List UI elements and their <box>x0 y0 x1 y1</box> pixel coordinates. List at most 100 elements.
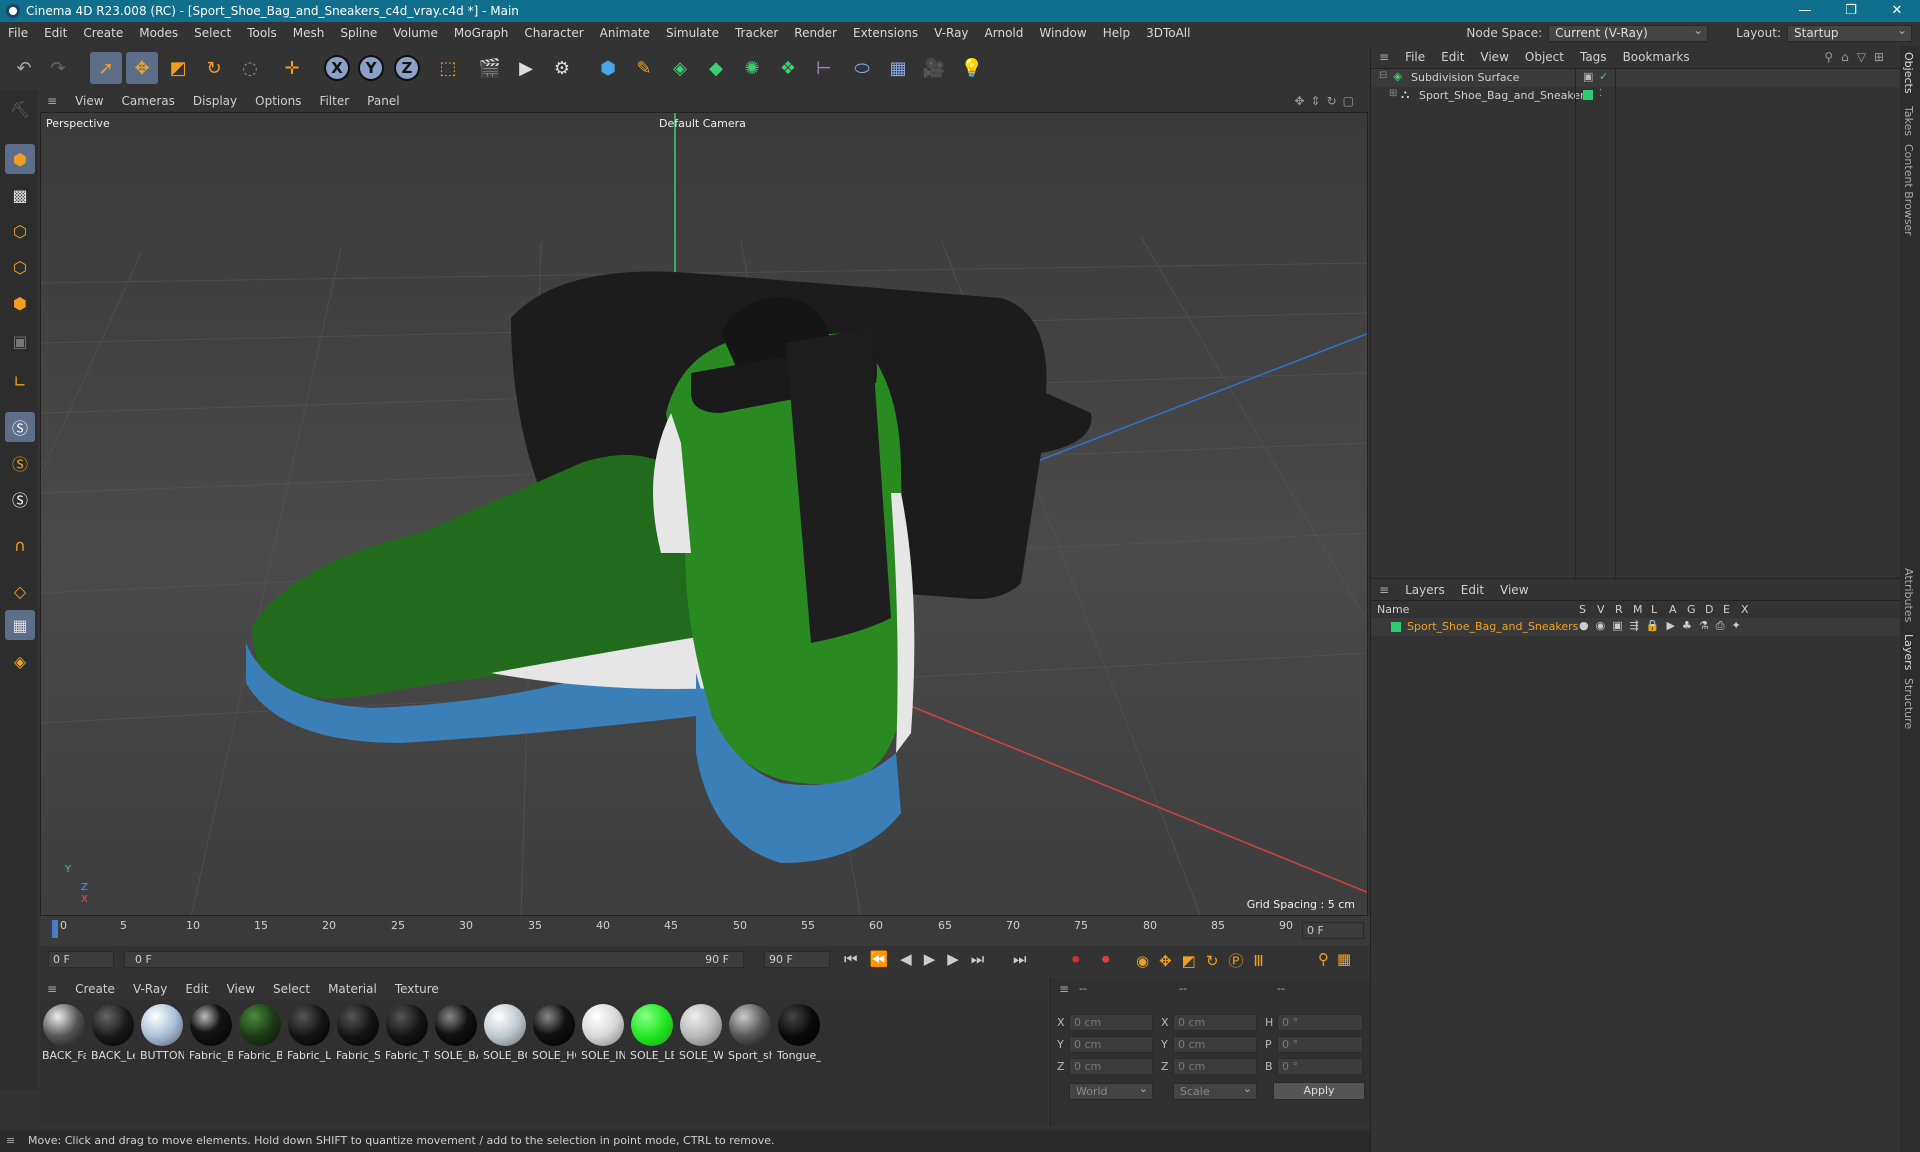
layers-menu-layers[interactable]: Layers <box>1397 579 1453 600</box>
menu-character[interactable]: Character <box>516 22 591 44</box>
material-menu-material[interactable]: Material <box>319 978 386 1000</box>
layer-color-swatch[interactable] <box>1391 622 1401 632</box>
mograph-cloner-icon[interactable]: ✺ <box>736 52 768 84</box>
axis-x-button[interactable]: X <box>324 55 350 81</box>
workplane-icon[interactable]: ◇ <box>5 576 35 606</box>
deformer-icon[interactable]: ❖ <box>772 52 804 84</box>
material-swatch[interactable]: Tongue_ <box>777 1004 821 1062</box>
coordinate-mode-dropdown[interactable]: Scale <box>1173 1081 1257 1100</box>
node-space-dropdown[interactable]: Current (V-Ray) <box>1548 23 1709 42</box>
axis-mode-icon[interactable]: ∟ <box>5 366 35 396</box>
undo-icon[interactable]: ↶ <box>8 52 40 84</box>
object-row-sport-shoe[interactable]: ⊞ ⛬ Sport_Shoe_Bag_and_Sneakers ⁚ <box>1371 87 1901 105</box>
transform-tool-icon[interactable]: ✛ <box>276 52 308 84</box>
material-swatch[interactable]: BACK_Fa <box>42 1004 86 1062</box>
visibility-dots-icon[interactable]: ⁚ <box>1599 88 1602 99</box>
tab-takes[interactable]: Takes <box>1902 106 1915 136</box>
tab-structure[interactable]: Structure <box>1902 678 1915 729</box>
menu-3dtoall[interactable]: 3DToAll <box>1138 22 1198 44</box>
extrude-icon[interactable]: ◆ <box>700 52 732 84</box>
menu-volume[interactable]: Volume <box>385 22 446 44</box>
material-menu-select[interactable]: Select <box>264 978 319 1000</box>
material-menu-texture[interactable]: Texture <box>386 978 448 1000</box>
material-swatch[interactable]: Fabric_Lc <box>287 1004 331 1062</box>
coordinate-system-icon[interactable]: ⬚ <box>432 52 464 84</box>
3d-viewport[interactable]: Perspective Default Camera Grid Spacing … <box>40 112 1368 916</box>
end-frame-field[interactable]: 90 F <box>764 951 830 968</box>
material-swatch[interactable]: SOLE_W <box>679 1004 723 1062</box>
magnet-icon[interactable]: ∩ <box>5 530 35 560</box>
menu-file[interactable]: File <box>0 22 36 44</box>
locked-workplane-icon[interactable]: ◈ <box>5 646 35 676</box>
material-swatch[interactable]: Fabric_Sl <box>336 1004 380 1062</box>
material-menu-create[interactable]: Create <box>66 978 124 1000</box>
menu-window[interactable]: Window <box>1031 22 1094 44</box>
viewport-menu-view[interactable]: View <box>66 90 112 112</box>
grid-icon[interactable]: ▦ <box>5 610 35 640</box>
current-frame-field[interactable]: 0 F <box>1302 922 1364 939</box>
menu-tracker[interactable]: Tracker <box>727 22 786 44</box>
objects-menu-tags[interactable]: Tags <box>1572 46 1615 68</box>
texture-mode-icon[interactable]: ▩ <box>5 180 35 210</box>
axis-z-button[interactable]: Z <box>394 55 420 81</box>
snap-settings-icon[interactable]: Ⓢ <box>5 448 35 478</box>
tab-layers[interactable]: Layers <box>1902 634 1915 670</box>
menu-help[interactable]: Help <box>1095 22 1138 44</box>
apply-button[interactable]: Apply <box>1273 1082 1365 1100</box>
minimize-button[interactable]: — <box>1782 0 1828 22</box>
objects-menu-edit[interactable]: Edit <box>1433 46 1472 68</box>
objects-search-icons[interactable]: ⚲⌂▽⊞ <box>1824 46 1892 68</box>
tab-attributes[interactable]: Attributes <box>1902 568 1915 622</box>
select-tool-icon[interactable]: ➚ <box>90 52 122 84</box>
viewport-menu-display[interactable]: Display <box>184 90 246 112</box>
model-mode-icon[interactable]: ⬢ <box>5 144 35 174</box>
menu-render[interactable]: Render <box>786 22 845 44</box>
size-y-field[interactable]: 0 cm <box>1173 1036 1257 1053</box>
objects-menu-view[interactable]: View <box>1472 46 1516 68</box>
size-x-field[interactable]: 0 cm <box>1173 1014 1257 1031</box>
material-swatch[interactable]: BUTTON <box>140 1004 184 1062</box>
size-z-field[interactable]: 0 cm <box>1173 1058 1257 1075</box>
menu-simulate[interactable]: Simulate <box>658 22 727 44</box>
field-icon[interactable]: ⬭ <box>846 52 878 84</box>
enabled-check-icon[interactable]: ✓ <box>1599 70 1608 83</box>
timeline-ruler[interactable]: 0 5 10 15 20 25 30 35 40 45 50 55 60 65 … <box>40 916 1370 946</box>
redo-icon[interactable]: ↷ <box>42 52 74 84</box>
position-y-field[interactable]: 0 cm <box>1069 1036 1153 1053</box>
render-view-icon[interactable]: ▶ <box>510 52 542 84</box>
auto-key-icon[interactable]: ⏺ <box>1102 950 1110 968</box>
rotation-h-field[interactable]: 0 ° <box>1277 1014 1363 1031</box>
edge-mode-icon[interactable]: ⬡ <box>5 252 35 282</box>
frame-range-slider[interactable]: 0 F 90 F <box>124 951 744 968</box>
timeline-settings-icons[interactable]: ⚲▦ <box>1318 950 1359 968</box>
light-object-icon[interactable]: 💡 <box>956 52 988 84</box>
polygon-mode-icon[interactable]: ⬢ <box>5 288 35 318</box>
camera-object-icon[interactable]: 🎥 <box>918 52 950 84</box>
menu-tools[interactable]: Tools <box>239 22 285 44</box>
viewport-menu-filter[interactable]: Filter <box>310 90 358 112</box>
render-region-icon[interactable]: 🎬 <box>474 52 506 84</box>
expand-icon[interactable]: ⊞ <box>1389 88 1397 99</box>
position-x-field[interactable]: 0 cm <box>1069 1014 1153 1031</box>
menu-extensions[interactable]: Extensions <box>845 22 926 44</box>
collapse-icon[interactable]: ⊟ <box>1379 70 1387 81</box>
move-tool-icon[interactable]: ✥ <box>126 52 158 84</box>
playback-controls[interactable]: ⏮⏪◀▶▶⏭ ⏭ <box>844 950 1039 968</box>
material-swatch[interactable]: SOLE_BC <box>483 1004 527 1062</box>
material-swatch[interactable]: Fabric_Tc <box>385 1004 429 1062</box>
live-selection-icon[interactable]: ◌ <box>234 52 266 84</box>
editor-visibility-toggle[interactable]: ▣ <box>1583 70 1593 83</box>
render-settings-icon[interactable]: ⚙ <box>546 52 578 84</box>
menu-spline[interactable]: Spline <box>332 22 385 44</box>
material-swatch[interactable]: SOLE_IN <box>581 1004 625 1062</box>
layer-row[interactable]: Sport_Shoe_Bag_and_Sneakers ●◉▣⇶🔒▶♣⚗⎙✦ <box>1371 618 1901 636</box>
playhead[interactable] <box>52 920 58 938</box>
keyframe-filter-icons[interactable]: ◉✥◩↻ⓅⅢ <box>1136 950 1274 971</box>
material-swatch[interactable]: SOLE_HC <box>532 1004 576 1062</box>
object-name[interactable]: Subdivision Surface <box>1411 71 1519 84</box>
viewport-menu-cameras[interactable]: Cameras <box>113 90 184 112</box>
viewport-menu-options[interactable]: Options <box>246 90 310 112</box>
tab-objects[interactable]: Objects <box>1902 52 1915 94</box>
viewport-menu-panel[interactable]: Panel <box>358 90 408 112</box>
layer-name[interactable]: Sport_Shoe_Bag_and_Sneakers <box>1407 620 1578 633</box>
